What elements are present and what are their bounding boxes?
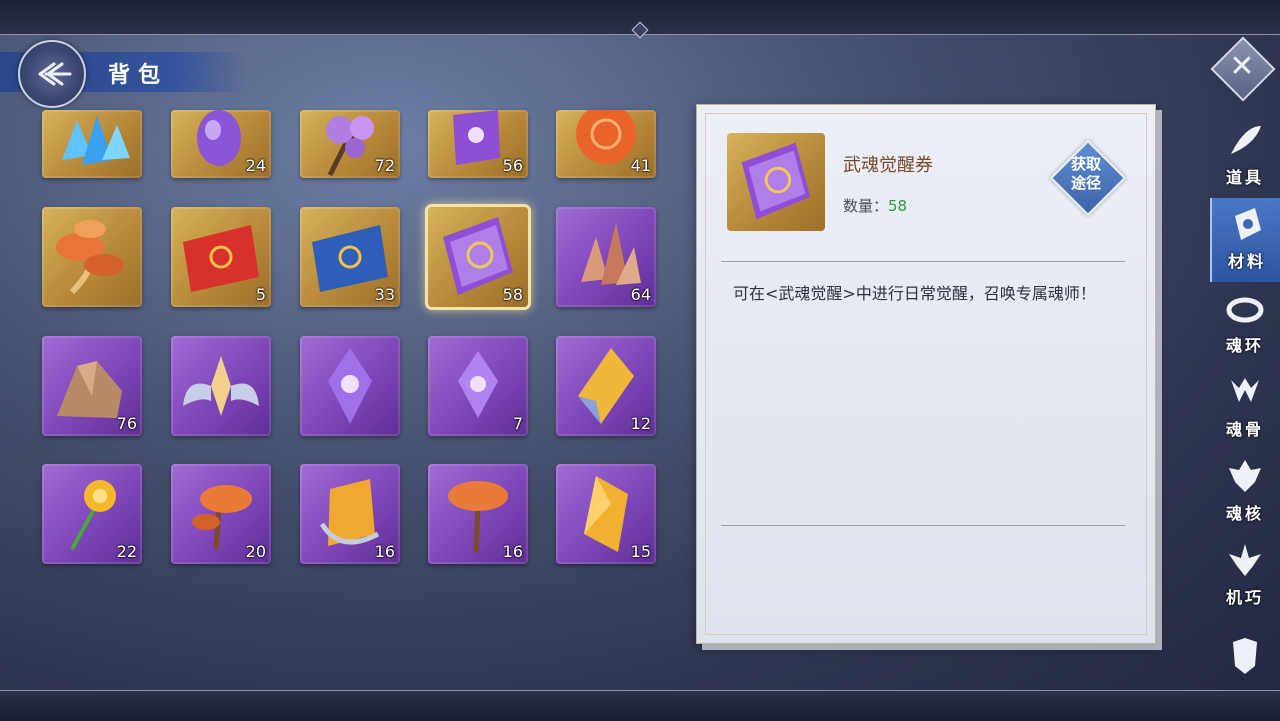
back-button[interactable] [18, 40, 86, 108]
tab-props[interactable]: 道具 [1210, 114, 1280, 198]
purple-shard-icon [328, 348, 372, 424]
inventory-slot[interactable]: 64 [556, 207, 656, 307]
tab-soul-core[interactable]: 魂核 [1210, 450, 1280, 534]
tab-materials-label: 材料 [1227, 252, 1266, 271]
feather-icon [1231, 126, 1261, 154]
mechanism-icon [1229, 544, 1261, 576]
tab-materials[interactable]: 材料 [1210, 198, 1280, 282]
inventory-slot[interactable]: 24 [171, 110, 271, 178]
inventory-slot-selected[interactable]: 58 [428, 207, 528, 307]
inventory-slot[interactable]: 33 [300, 207, 400, 307]
inventory-slot[interactable] [171, 336, 271, 436]
inventory-slot[interactable]: 76 [42, 336, 142, 436]
bottom-bar [0, 690, 1280, 721]
inventory-slot[interactable]: 15 [556, 464, 656, 564]
tab-soul-ring[interactable]: 魂环 [1210, 282, 1280, 366]
tab-mechanism[interactable]: 机巧 [1210, 534, 1280, 618]
obtain-source-button[interactable]: 获取 途径 [1049, 139, 1127, 217]
inventory-slot[interactable]: 5 [171, 207, 271, 307]
tab-soul-bone-label: 魂骨 [1225, 420, 1264, 439]
tab-soul-core-label: 魂核 [1225, 504, 1264, 523]
page-title: 背包 [108, 63, 169, 88]
inventory-slot[interactable]: 22 [42, 464, 142, 564]
inventory-slot[interactable]: 16 [300, 464, 400, 564]
close-icon[interactable]: ✕ [1224, 48, 1260, 84]
item-quantity: 数量：58 [843, 195, 907, 216]
armor-icon [1233, 638, 1257, 674]
inventory-slot[interactable]: 72 [300, 110, 400, 178]
tab-armor[interactable] [1210, 630, 1280, 686]
inventory-slot[interactable]: 16 [428, 464, 528, 564]
inventory-slot[interactable] [42, 207, 142, 307]
obtain-button-label: 获取 途径 [1051, 155, 1121, 193]
inventory-slot[interactable]: 56 [428, 110, 528, 178]
awakening-ticket-icon [741, 142, 811, 220]
tab-soul-bone[interactable]: 魂骨 [1210, 366, 1280, 450]
back-arrow-icon [38, 62, 72, 86]
soul-bone-icon [1231, 378, 1259, 402]
quantity-label: 数量： [843, 197, 889, 215]
obtain-line-1: 获取 [1070, 155, 1101, 173]
quantity-value: 58 [888, 197, 908, 215]
tab-props-label: 道具 [1225, 168, 1264, 187]
divider-bottom [721, 525, 1125, 526]
item-name: 武魂觉醒券 [843, 155, 933, 176]
inventory-slot[interactable]: 7 [428, 336, 528, 436]
inventory-slot[interactable]: 12 [556, 336, 656, 436]
detail-item-icon [727, 133, 825, 231]
item-detail-panel: 武魂觉醒券 数量：58 获取 途径 可在<武魂觉醒>中进行日常觉醒，召唤专属魂师… [696, 104, 1156, 644]
tab-soul-ring-label: 魂环 [1225, 336, 1264, 355]
soul-ring-icon [1226, 297, 1264, 323]
tab-mechanism-label: 机巧 [1225, 588, 1264, 607]
inventory-slot[interactable] [42, 110, 142, 178]
item-description: 可在<武魂觉醒>中进行日常觉醒，召唤专属魂师！ [733, 284, 1096, 303]
mushroom-cluster-icon [56, 220, 124, 295]
winged-emblem-icon [183, 356, 259, 416]
inventory-slot[interactable]: 41 [556, 110, 656, 178]
divider-top [721, 261, 1125, 262]
material-crystal-icon [1235, 208, 1261, 240]
obtain-line-2: 途径 [1070, 174, 1101, 192]
blue-crystal-cluster-icon [62, 115, 130, 165]
inventory-slot[interactable] [300, 336, 400, 436]
inventory-slot[interactable]: 20 [171, 464, 271, 564]
soul-core-icon [1229, 460, 1261, 492]
